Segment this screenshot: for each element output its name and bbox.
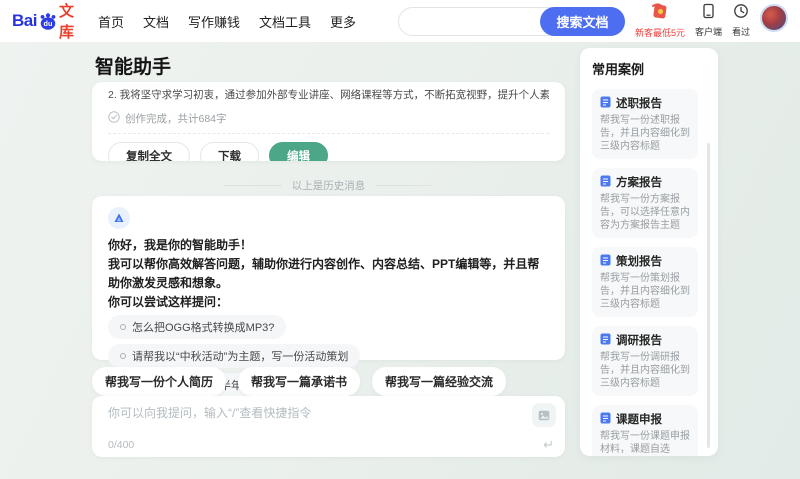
logo-bai-text: Bai [12, 11, 37, 30]
logo-wenku-text: 文库 [58, 3, 74, 41]
message-composer: 0/400 ↵ [92, 396, 565, 457]
chip-resume[interactable]: 帮我写一份个人简历 [92, 367, 227, 396]
suggestion-label: 怎么把OGG格式转换成MP3? [132, 322, 275, 334]
image-icon [538, 410, 550, 420]
case-title: 课题申报 [616, 414, 662, 426]
phone-icon [701, 3, 716, 24]
bullet-circle-icon [120, 353, 126, 359]
doc-icon [600, 333, 611, 348]
suggestion-midautumn-plan[interactable]: 请帮我以“中秋活动”为主题，写一份活动策划 [108, 344, 361, 368]
char-counter: 0/400 [108, 439, 135, 451]
check-circle-icon [108, 111, 120, 126]
case-title: 调研报告 [616, 335, 662, 347]
case-planning-report[interactable]: 策划报告 帮我写一份策划报告，并且内容细化到三级内容标题 [592, 247, 698, 317]
assistant-avatar-icon [108, 207, 130, 229]
history-message-card: 2. 我将坚守求学习初衷，通过参加外部专业讲座、网络课程等方式，不断拓宽视野，提… [92, 82, 565, 161]
generated-text-excerpt: 2. 我将坚守求学习初衷，通过参加外部专业讲座、网络课程等方式，不断拓宽视野，提… [108, 89, 549, 101]
nav-item-write-earn[interactable]: 写作赚钱 [188, 12, 240, 31]
case-title: 策划报告 [616, 256, 662, 268]
prompt-input[interactable] [108, 404, 525, 432]
dashed-divider [108, 133, 549, 134]
viewed-label: 看过 [731, 27, 750, 37]
assistant-intro: 我可以帮你高效解答问题，辅助你进行内容创作、内容总结、PPT编辑等，并且帮助你激… [108, 257, 540, 290]
nav-item-more[interactable]: 更多 [330, 12, 356, 31]
case-desc: 帮我写一份调研报告，并且内容细化到三级内容标题 [600, 352, 690, 389]
sidebar-scrollbar[interactable] [707, 143, 710, 448]
nav-item-doc-tools[interactable]: 文档工具 [259, 12, 311, 31]
common-cases-panel: 常用案例 述职报告 帮我写一份述职报告，并且内容细化到三级内容标题 方案报告 帮… [580, 48, 718, 456]
history-actions: 复制全文 下载 编辑 [108, 142, 549, 161]
case-debrief-report[interactable]: 述职报告 帮我写一份述职报告，并且内容细化到三级内容标题 [592, 89, 698, 159]
history-divider-label: 以上是历史消息 [291, 180, 366, 192]
svg-text:du: du [44, 19, 53, 28]
chip-commitment-letter[interactable]: 帮我写一篇承诺书 [238, 367, 361, 396]
history-divider: 以上是历史消息 [92, 178, 565, 193]
case-desc: 帮我写一份方案报告，可以选择任意内容为方案报告主题 [600, 194, 690, 231]
promo-label: 新客最低5元 [634, 28, 685, 38]
page-title: 智能助手 [95, 57, 172, 78]
promo-entry[interactable]: 新客最低5元 [635, 3, 685, 39]
user-avatar[interactable] [760, 4, 788, 32]
baidu-wenku-logo[interactable]: Bai du 文库 [12, 0, 74, 42]
image-upload-button[interactable] [532, 403, 556, 427]
suggestion-label: 请帮我以“中秋活动”为主题，写一份活动策划 [132, 351, 349, 363]
doc-icon [600, 412, 611, 427]
case-proposal-report[interactable]: 方案报告 帮我写一份方案报告，可以选择任意内容为方案报告主题 [592, 168, 698, 238]
doc-icon [600, 175, 611, 190]
viewed-entry[interactable]: 看过 [732, 3, 750, 38]
assistant-message-card: 你好，我是你的智能助手！ 我可以帮你高效解答问题，辅助你进行内容创作、内容总结、… [92, 196, 565, 397]
bullet-circle-icon [120, 324, 126, 330]
assistant-greeting: 你好，我是你的智能助手！ [108, 238, 253, 252]
clock-icon [733, 3, 749, 24]
download-button[interactable]: 下载 [200, 142, 259, 161]
edit-button[interactable]: 编辑 [269, 142, 328, 161]
doc-icon [600, 254, 611, 269]
nav-item-home[interactable]: 首页 [98, 12, 124, 31]
doc-icon [600, 96, 611, 111]
quick-prompt-chips: 帮我写一份个人简历 帮我写一篇承诺书 帮我写一篇经验交流 [92, 367, 507, 396]
top-header: Bai du 文库 首页 文档 写作赚钱 文档工具 更多 搜索文档 新客最低5元… [0, 0, 800, 42]
divider-line [223, 185, 282, 186]
baidu-paw-icon: du [38, 11, 58, 31]
case-title: 方案报告 [616, 177, 662, 189]
assistant-try-label: 你可以尝试这样提问： [108, 295, 229, 309]
case-desc: 帮我写一份策划报告，并且内容细化到三级内容标题 [600, 273, 690, 310]
client-label: 客户端 [694, 27, 722, 37]
case-desc: 帮我写一份述职报告，并且内容细化到三级内容标题 [600, 115, 690, 152]
red-packet-icon [650, 3, 670, 25]
main-nav: 首页 文档 写作赚钱 文档工具 更多 [98, 12, 356, 31]
case-desc: 帮我写一份课题申报材料，课题自选 [600, 431, 690, 455]
case-project-application[interactable]: 课题申报 帮我写一份课题申报材料，课题自选 [592, 405, 698, 456]
case-title: 述职报告 [616, 98, 662, 110]
nav-item-docs[interactable]: 文档 [143, 12, 169, 31]
chip-experience-exchange[interactable]: 帮我写一篇经验交流 [372, 367, 507, 396]
enter-key-icon: ↵ [543, 437, 554, 452]
search-docs-button[interactable]: 搜索文档 [539, 6, 625, 36]
search-bar: 搜索文档 [398, 6, 625, 36]
copy-all-button[interactable]: 复制全文 [108, 142, 190, 161]
header-right-group: 新客最低5元 客户端 看过 [635, 3, 788, 39]
divider-line [375, 185, 434, 186]
client-entry[interactable]: 客户端 [695, 3, 722, 38]
suggestion-ogg-to-mp3[interactable]: 怎么把OGG格式转换成MP3? [108, 315, 287, 339]
case-research-report[interactable]: 调研报告 帮我写一份调研报告，并且内容细化到三级内容标题 [592, 326, 698, 396]
creation-status: 创作完成，共计684字 [108, 111, 549, 126]
creation-status-text: 创作完成，共计684字 [125, 113, 227, 125]
common-cases-title: 常用案例 [592, 62, 645, 77]
